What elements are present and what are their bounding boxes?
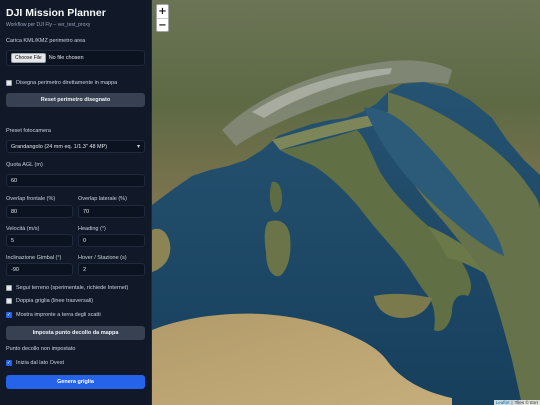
overlap-side-input[interactable]: 70 [78, 205, 145, 218]
hover-label: Hover / Stazione (s) [78, 255, 127, 261]
draw-perimeter-row[interactable]: Disegna perimetro direttamente in mappa [6, 80, 145, 86]
generate-grid-button[interactable]: Genera griglia [6, 375, 145, 389]
heading-label: Heading (°) [78, 226, 106, 232]
map-attribution: Leaflet | Tiles © Esri [493, 400, 540, 405]
zoom-in-button[interactable]: + [157, 5, 168, 18]
camera-preset-select[interactable]: Grandangolo (24 mm eq. 1/1.3" 48 MP) ▾ [6, 140, 145, 153]
map-imagery[interactable] [152, 0, 540, 405]
attribution-separator: | [511, 400, 513, 405]
draw-perimeter-label: Disegna perimetro direttamente in mappa [16, 80, 118, 86]
overlap-front-input[interactable]: 80 [6, 205, 73, 218]
app-subtitle: Workflow per DJI Fly – ver_test_proxy [6, 22, 91, 28]
speed-input[interactable]: 5 [6, 234, 73, 247]
zoom-out-button[interactable]: − [157, 18, 168, 31]
takeoff-status: Punto decollo non impostato [6, 346, 76, 352]
overlap-side-label: Overlap laterale (%) [78, 196, 127, 202]
check-icon: ✓ [6, 359, 12, 366]
set-takeoff-button[interactable]: Imposta punto decollo da mappa [6, 326, 145, 340]
start-west-label: Inizia dal lato Ovest [16, 360, 64, 366]
camera-preset-value: Grandangolo (24 mm eq. 1/1.3" 48 MP) [11, 143, 108, 150]
speed-label: Velocità (m/s) [6, 226, 40, 232]
terrain-follow-checkbox[interactable] [6, 285, 12, 291]
file-status: No file chosen [48, 55, 84, 61]
app-title: DJI Mission Planner [6, 7, 106, 19]
double-grid-label: Doppia griglia (linee trasversali) [16, 298, 94, 304]
file-input[interactable]: Choose File No file chosen [6, 50, 145, 66]
satellite-map[interactable]: + − Leaflet | Tiles © Esri [152, 0, 540, 405]
heading-input[interactable]: 0 [78, 234, 145, 247]
chevron-down-icon: ▾ [136, 144, 140, 150]
tiles-attribution: Tiles © Esri [514, 400, 538, 405]
quota-label: Quota AGL (m) [6, 162, 43, 168]
terrain-follow-row[interactable]: Segui terreno (sperimentale, richiede In… [6, 285, 145, 291]
overlap-front-label: Overlap frontale (%) [6, 196, 56, 202]
check-icon: ✓ [6, 311, 12, 318]
gimbal-input[interactable]: -90 [6, 263, 73, 276]
camera-preset-label: Preset fotocamera [6, 128, 51, 134]
leaflet-link[interactable]: Leaflet [496, 400, 510, 405]
hover-input[interactable]: 2 [78, 263, 145, 276]
footprints-label: Mostra impronte a terra degli scatti [16, 312, 101, 318]
draw-perimeter-checkbox[interactable] [6, 80, 12, 86]
zoom-control: + − [156, 4, 169, 32]
upload-label: Carica KML/KMZ perimetro area [6, 38, 86, 44]
footprints-checkbox[interactable]: ✓ [6, 312, 12, 318]
choose-file-button[interactable]: Choose File [11, 53, 46, 63]
footprints-row[interactable]: ✓ Mostra impronte a terra degli scatti [6, 312, 145, 318]
start-west-checkbox[interactable]: ✓ [6, 360, 12, 366]
reset-perimeter-button[interactable]: Reset perimetro disegnato [6, 93, 145, 107]
sidebar: DJI Mission Planner Workflow per DJI Fly… [0, 0, 152, 405]
double-grid-row[interactable]: Doppia griglia (linee trasversali) [6, 298, 145, 304]
quota-input[interactable]: 60 [6, 174, 145, 187]
gimbal-label: Inclinazione Gimbal (°) [6, 255, 62, 261]
terrain-follow-label: Segui terreno (sperimentale, richiede In… [16, 285, 129, 291]
start-west-row[interactable]: ✓ Inizia dal lato Ovest [6, 360, 145, 366]
double-grid-checkbox[interactable] [6, 298, 12, 304]
